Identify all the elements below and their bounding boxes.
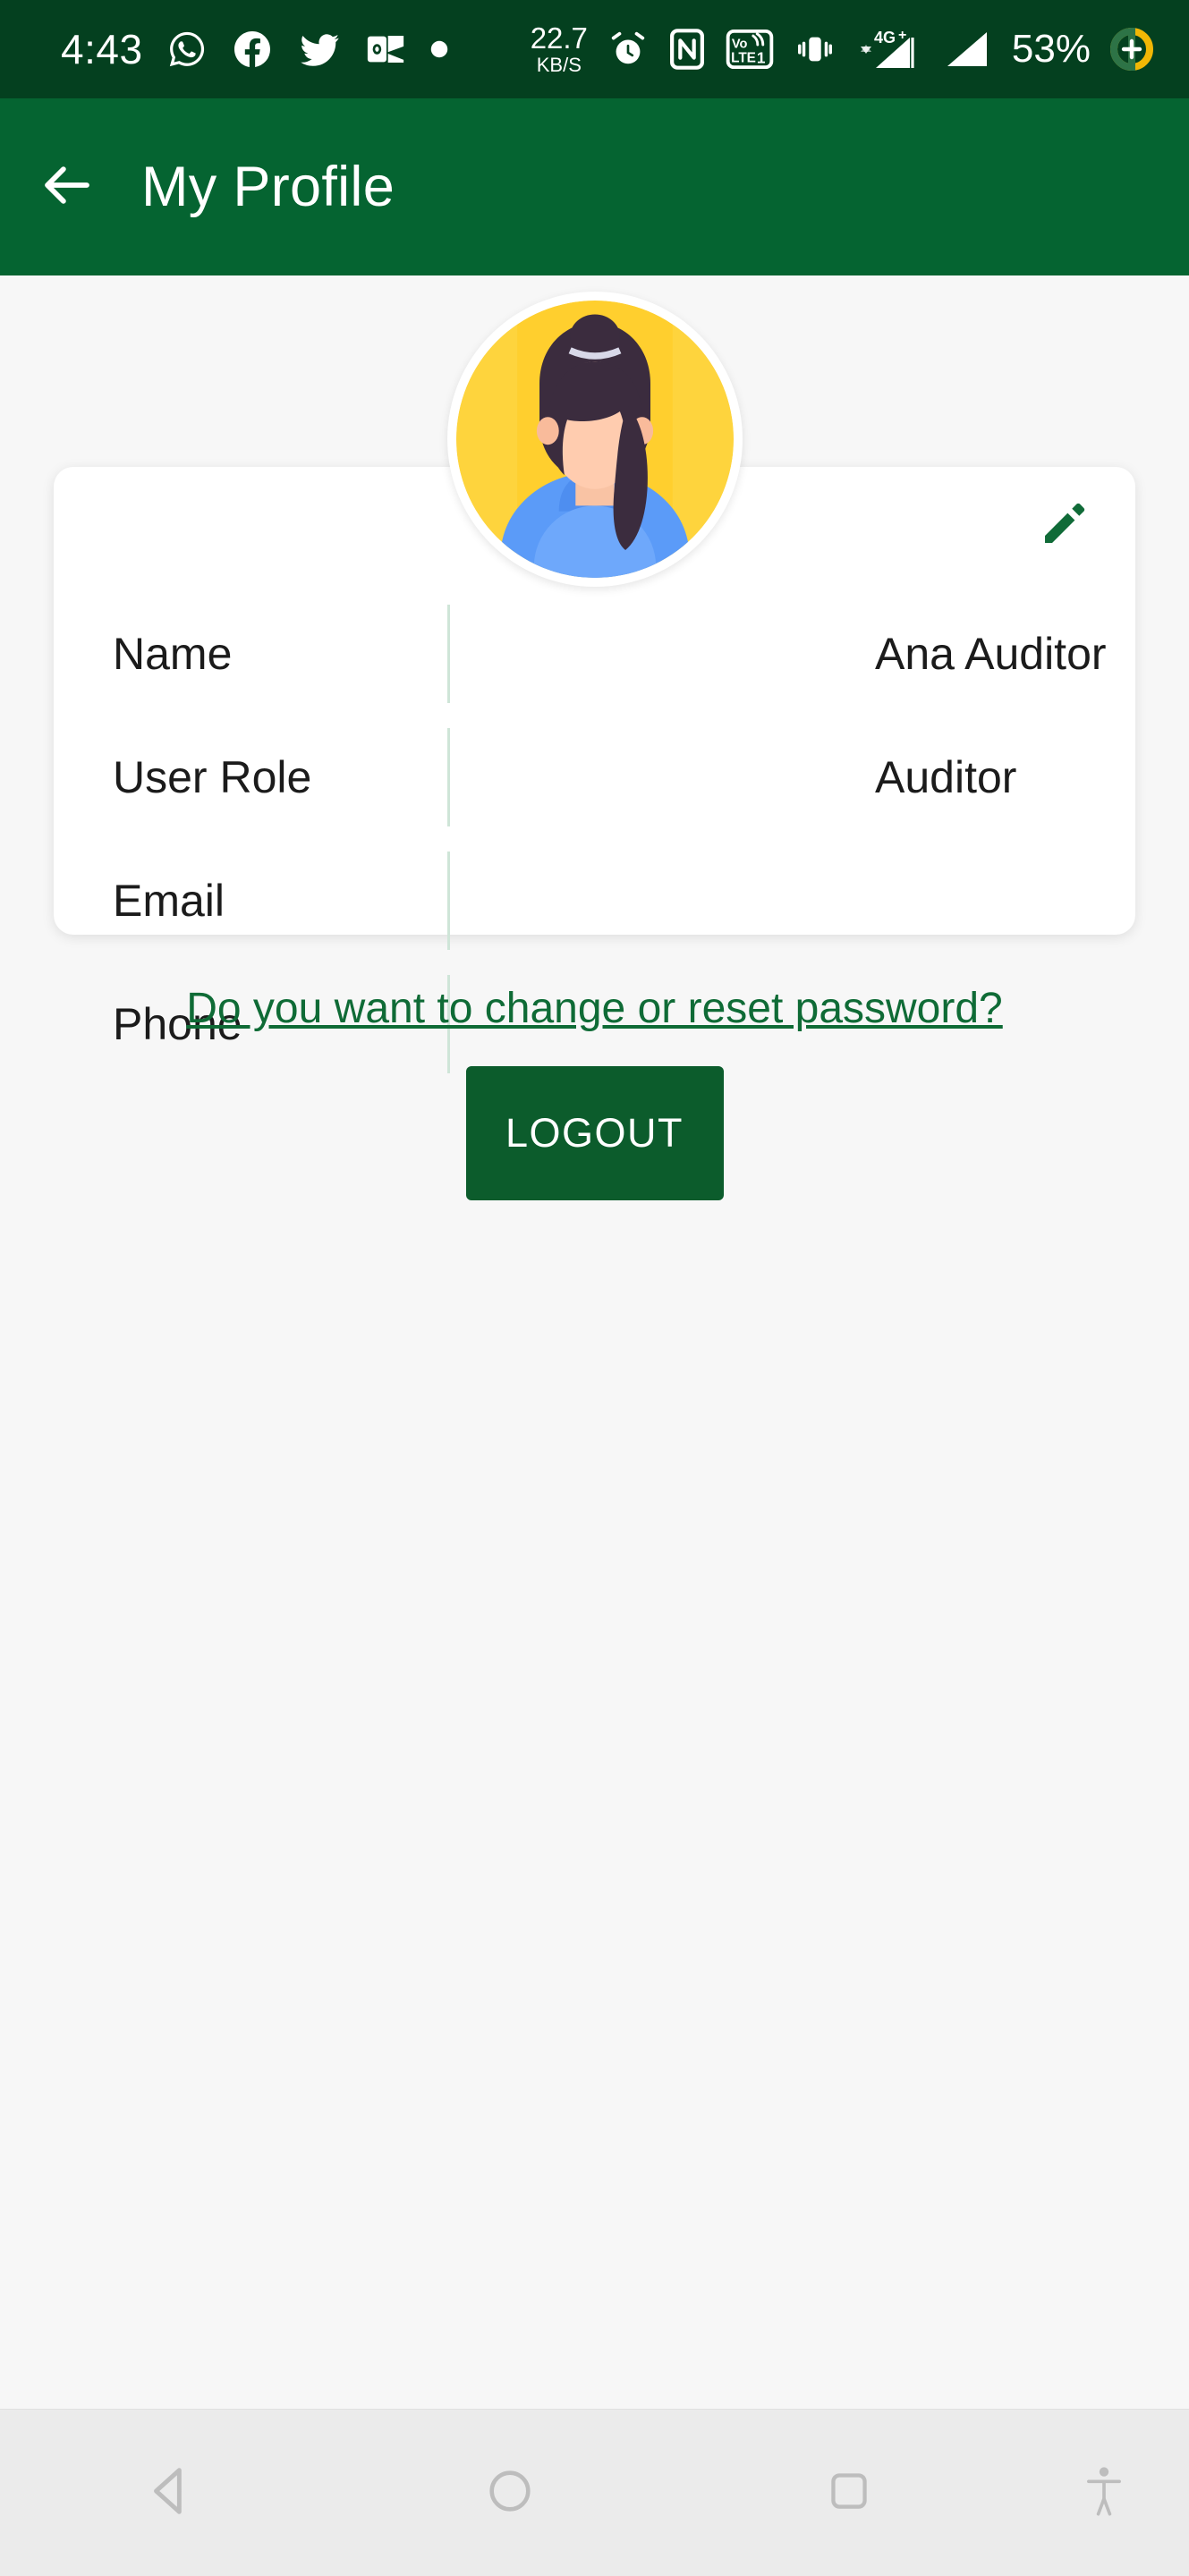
row-divider <box>447 728 450 826</box>
nav-accessibility-icon <box>1081 2464 1127 2522</box>
battery-saver-plus-icon <box>1110 28 1153 71</box>
row-divider <box>447 852 450 950</box>
outlook-icon <box>365 29 406 70</box>
status-bar: 4:43 22.7 KB/S Vo LTE 1 4G + 53% <box>0 0 1189 98</box>
nav-home-button[interactable] <box>340 2465 680 2521</box>
twitter-icon <box>297 27 342 72</box>
pencil-edit-icon[interactable] <box>1037 496 1092 555</box>
nav-back-triangle-icon <box>142 2463 198 2523</box>
table-row: Email <box>54 839 1135 962</box>
nav-recents-square-icon <box>825 2467 873 2520</box>
user-avatar-illustration <box>455 301 734 578</box>
field-value-name: Ana Auditor <box>875 629 1107 679</box>
battery-percent-label: 53% <box>1011 27 1091 71</box>
status-bar-right: 22.7 KB/S Vo LTE 1 4G + 53% <box>531 23 1189 75</box>
svg-text:+: + <box>898 28 906 43</box>
logout-button[interactable]: LOGOUT <box>465 1066 724 1200</box>
nav-recents-button[interactable] <box>679 2467 1019 2520</box>
network-speed-value: 22.7 <box>530 21 588 55</box>
status-bar-left: 4:43 <box>0 25 449 73</box>
whatsapp-icon <box>166 29 208 70</box>
network-speed-indicator: 22.7 KB/S <box>531 23 588 75</box>
page-title: My Profile <box>141 156 395 218</box>
row-divider <box>447 605 450 703</box>
back-button[interactable] <box>0 98 134 275</box>
svg-text:Vo: Vo <box>732 37 748 51</box>
field-label-user-role: User Role <box>113 752 312 802</box>
alarm-icon <box>607 29 649 70</box>
table-row: Name Ana Auditor <box>54 592 1135 716</box>
field-label-email: Email <box>113 876 225 926</box>
signal-icon <box>944 29 992 70</box>
profile-content: Name Ana Auditor User Role Auditor Email… <box>0 275 1189 2576</box>
table-row: User Role Auditor <box>54 716 1135 839</box>
network-speed-unit: KB/S <box>536 54 582 76</box>
facebook-icon <box>231 28 274 71</box>
phone-screen: 4:43 22.7 KB/S Vo LTE 1 4G + 53% My Prof… <box>0 0 1189 2576</box>
status-bar-clock: 4:43 <box>61 26 143 72</box>
svg-text:4G: 4G <box>874 29 896 47</box>
volte1-icon: Vo LTE 1 <box>726 29 774 70</box>
nav-back-button[interactable] <box>0 2463 340 2523</box>
arrow-back-icon <box>38 156 97 219</box>
field-value-user-role: Auditor <box>875 752 1017 802</box>
svg-text:LTE: LTE <box>731 51 756 66</box>
4g-plus-signal-icon: 4G + <box>856 26 924 72</box>
nfc-icon <box>668 29 706 70</box>
nav-accessibility-button[interactable] <box>1019 2464 1189 2522</box>
vibrate-icon <box>794 29 837 70</box>
system-navigation-bar <box>0 2409 1189 2576</box>
nav-home-circle-icon <box>484 2465 536 2521</box>
svg-text:1: 1 <box>757 48 766 66</box>
dot-indicator-icon <box>429 39 449 59</box>
avatar <box>446 292 743 587</box>
reset-password-link[interactable]: Do you want to change or reset password? <box>0 984 1189 1033</box>
app-bar: My Profile <box>0 98 1189 275</box>
field-label-name: Name <box>113 629 233 679</box>
